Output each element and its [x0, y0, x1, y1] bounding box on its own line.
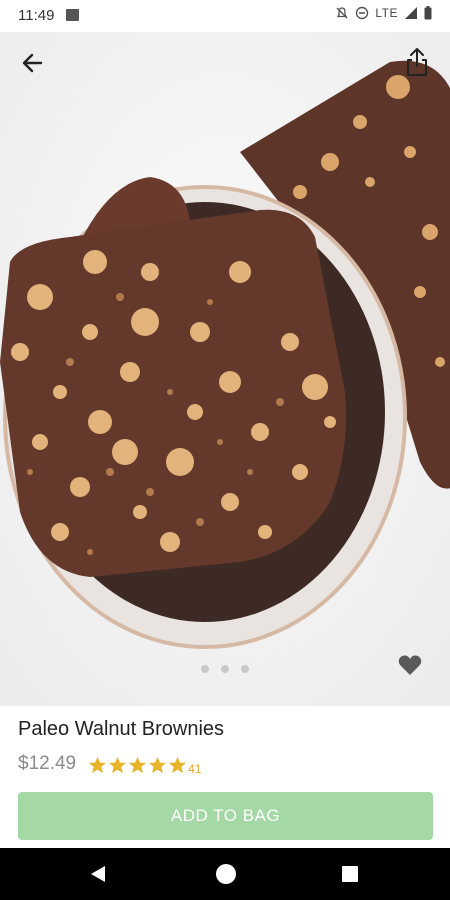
share-button[interactable] [400, 44, 434, 80]
star-icon [149, 756, 167, 774]
back-button[interactable] [16, 48, 48, 78]
system-nav-bar [0, 848, 450, 900]
nav-back-icon[interactable] [90, 865, 106, 883]
mute-icon [336, 7, 348, 19]
nav-home-icon[interactable] [216, 864, 236, 884]
product-price: $12.49 [18, 753, 77, 774]
pager-dot[interactable] [221, 665, 229, 673]
nav-recent-icon[interactable] [342, 866, 358, 882]
favorite-button[interactable] [398, 654, 424, 678]
heart-icon [398, 655, 422, 675]
status-icons: LTE [335, 6, 432, 20]
price-rating-row: $12.49 41 [18, 753, 201, 776]
star-icon [129, 756, 147, 774]
star-icon [89, 756, 107, 774]
gallery-icon [66, 9, 79, 21]
product-image[interactable] [0, 32, 450, 706]
image-pager [0, 665, 450, 673]
status-time: 11:49 [18, 7, 55, 24]
review-count[interactable]: 41 [188, 762, 201, 776]
share-icon [407, 48, 427, 76]
star-icon [109, 756, 127, 774]
do-not-disturb-icon [356, 6, 369, 20]
network-type: LTE [375, 6, 398, 20]
brownie-photo [0, 32, 450, 706]
pager-dot[interactable] [201, 665, 209, 673]
arrow-left-icon [22, 53, 43, 73]
battery-icon [424, 6, 432, 20]
signal-icon [405, 7, 417, 19]
product-name: Paleo Walnut Brownies [18, 718, 225, 740]
status-bar: 11:49 LTE [0, 0, 450, 32]
add-to-bag-button[interactable]: ADD TO BAG [18, 792, 433, 840]
pager-dot[interactable] [241, 665, 249, 673]
star-icon [169, 756, 187, 774]
rating-stars[interactable] [88, 756, 187, 775]
